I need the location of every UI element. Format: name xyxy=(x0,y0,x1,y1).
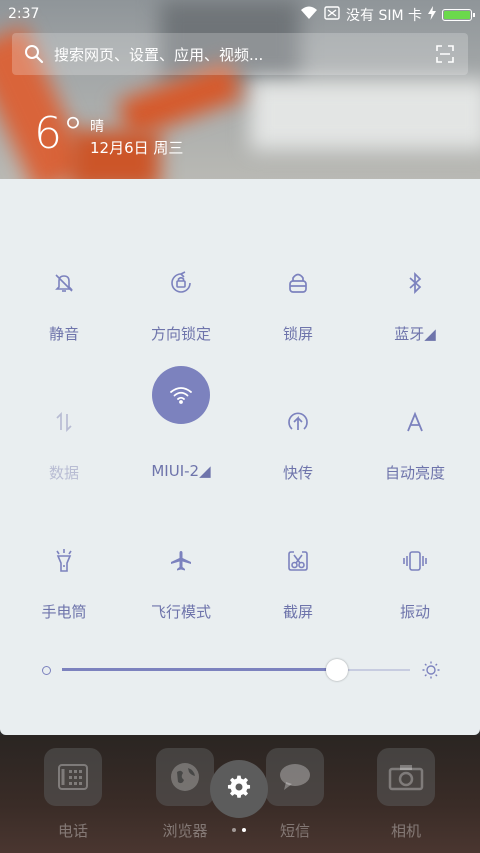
status-time: 2:37 xyxy=(8,6,40,22)
dock-app-label: 短信 xyxy=(279,822,310,840)
toggle-quick-transfer[interactable]: 快传 xyxy=(238,344,358,482)
search-bar[interactable]: 搜索网页、设置、应用、视频... xyxy=(12,33,468,75)
toggle-auto-brightness[interactable]: 自动亮度 xyxy=(355,344,475,482)
quick-settings-panel: 静音 方向锁定 锁屏 蓝牙◢ 数据 MIUI-2◢ 快传 自动亮度 手电筒 飞行… xyxy=(0,179,480,735)
wifi-status-icon xyxy=(300,6,318,24)
mute-bell-icon xyxy=(39,258,89,308)
toggle-lock-screen[interactable]: 锁屏 xyxy=(238,205,358,343)
brightness-fill xyxy=(62,668,337,671)
toggle-label: 截屏 xyxy=(282,603,313,621)
toggle-label: 锁屏 xyxy=(282,325,313,343)
settings-button[interactable] xyxy=(210,760,268,818)
toggle-label: 方向锁定 xyxy=(150,325,211,343)
page-indicator xyxy=(232,828,246,832)
search-icon xyxy=(24,44,44,68)
toggle-label: 振动 xyxy=(399,603,430,621)
carrier-text: 没有 SIM 卡 xyxy=(346,8,422,24)
rotation-lock-icon xyxy=(156,258,206,308)
lock-icon xyxy=(273,258,323,308)
toggle-label: 蓝牙◢ xyxy=(394,325,436,343)
search-input[interactable]: 搜索网页、设置、应用、视频... xyxy=(54,44,263,65)
dock-app-phone[interactable]: 电话 xyxy=(28,748,118,848)
bluetooth-icon xyxy=(390,258,440,308)
toggle-vibrate[interactable]: 振动 xyxy=(355,483,475,621)
toggle-label: 自动亮度 xyxy=(384,464,445,482)
toggle-label: 静音 xyxy=(48,325,79,343)
battery-icon xyxy=(442,9,475,21)
wifi-icon xyxy=(152,366,210,424)
transfer-icon xyxy=(273,397,323,447)
dock-app-camera[interactable]: 相机 xyxy=(361,748,451,848)
camera-icon xyxy=(377,748,435,806)
toggle-bluetooth[interactable]: 蓝牙◢ xyxy=(355,205,475,343)
status-bar: 2:37 没有 SIM 卡 xyxy=(0,0,480,28)
data-arrows-icon xyxy=(39,397,89,447)
toggle-label: 快传 xyxy=(282,464,313,482)
auto-brightness-icon xyxy=(390,397,440,447)
weather-temperature: 6° xyxy=(34,108,84,159)
dock-app-label: 浏览器 xyxy=(162,822,208,840)
toggle-mobile-data[interactable]: 数据 xyxy=(4,344,124,482)
toggle-mute[interactable]: 静音 xyxy=(4,205,124,343)
vibrate-icon xyxy=(390,536,440,586)
weather-date: 12月6日 周三 xyxy=(90,139,184,157)
airplane-icon xyxy=(156,536,206,586)
page-dot xyxy=(232,828,236,832)
charging-icon xyxy=(428,6,436,24)
screenshot-icon xyxy=(273,536,323,586)
brightness-high-icon xyxy=(422,661,440,683)
toggle-airplane-mode[interactable]: 飞行模式 xyxy=(121,483,241,621)
scan-icon[interactable] xyxy=(436,45,454,67)
browser-icon xyxy=(156,748,214,806)
toggle-screenshot[interactable]: 截屏 xyxy=(238,483,358,621)
toggle-label: 手电筒 xyxy=(41,603,87,621)
toggle-flashlight[interactable]: 手电筒 xyxy=(4,483,124,621)
no-sim-icon xyxy=(324,6,340,24)
weather-condition: 晴 xyxy=(90,119,104,135)
gear-icon xyxy=(227,775,251,803)
toggle-label: 飞行模式 xyxy=(150,603,211,621)
brightness-thumb[interactable] xyxy=(325,659,348,681)
toggle-label: 数据 xyxy=(48,464,79,482)
toggle-rotation-lock[interactable]: 方向锁定 xyxy=(121,205,241,343)
message-icon xyxy=(266,748,324,806)
dock-app-label: 相机 xyxy=(390,822,421,840)
page-dot-active xyxy=(242,828,246,832)
brightness-slider[interactable] xyxy=(38,657,448,683)
phone-icon xyxy=(44,748,102,806)
dock-app-label: 电话 xyxy=(57,822,88,840)
brightness-low-icon xyxy=(42,666,51,675)
toggle-wifi[interactable]: MIUI-2◢ xyxy=(121,344,241,480)
flashlight-icon xyxy=(39,536,89,586)
toggle-label: MIUI-2◢ xyxy=(151,462,211,480)
